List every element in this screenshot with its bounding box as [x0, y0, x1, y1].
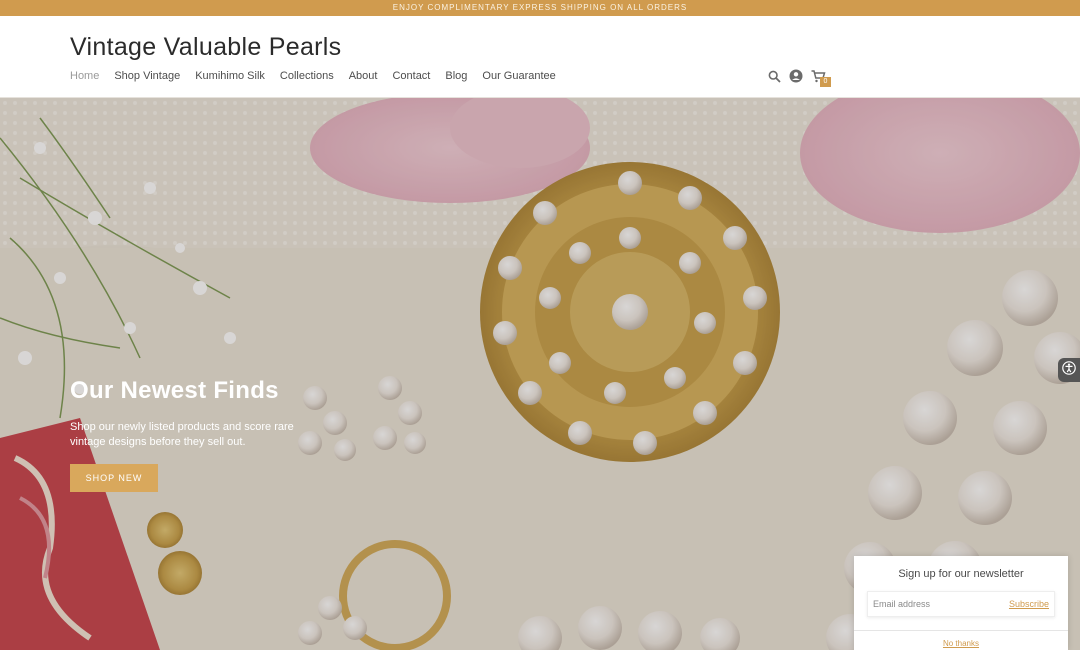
nav-blog[interactable]: Blog — [445, 70, 467, 82]
nav-our-guarantee[interactable]: Our Guarantee — [482, 70, 555, 82]
nav-contact[interactable]: Contact — [392, 70, 430, 82]
nav-home[interactable]: Home — [70, 70, 99, 82]
shop-new-button[interactable]: SHOP NEW — [70, 464, 158, 492]
nav-shop-vintage[interactable]: Shop Vintage — [114, 70, 180, 82]
cart-icon[interactable]: 0 — [810, 68, 831, 87]
no-thanks-link[interactable]: No thanks — [854, 639, 1068, 648]
nav-kumihimo-silk[interactable]: Kumihimo Silk — [195, 70, 265, 82]
site-logo[interactable]: Vintage Valuable Pearls — [70, 33, 341, 62]
newsletter-form: Subscribe — [867, 591, 1055, 617]
announcement-text: ENJOY COMPLIMENTARY EXPRESS SHIPPING ON … — [392, 3, 688, 12]
account-icon[interactable] — [788, 68, 804, 84]
hero-title: Our Newest Finds — [70, 377, 279, 404]
announcement-bar: ENJOY COMPLIMENTARY EXPRESS SHIPPING ON … — [0, 0, 1080, 16]
nav-about[interactable]: About — [349, 70, 378, 82]
subscribe-button[interactable]: Subscribe — [1009, 599, 1049, 609]
search-icon[interactable] — [766, 68, 782, 84]
cart-count-badge: 0 — [820, 77, 831, 87]
newsletter-divider — [854, 630, 1068, 631]
email-field[interactable] — [873, 592, 993, 616]
header-icons: 0 — [766, 68, 832, 87]
accessibility-icon — [1062, 360, 1076, 380]
site-header: Vintage Valuable Pearls Home Shop Vintag… — [0, 16, 1080, 98]
main-nav: Home Shop Vintage Kumihimo Silk Collecti… — [70, 70, 571, 82]
hero-subtitle: Shop our newly listed products and score… — [70, 421, 294, 448]
newsletter-popup: Sign up for our newsletter Subscribe No … — [854, 556, 1068, 650]
newsletter-title: Sign up for our newsletter — [898, 568, 1024, 580]
nav-collections[interactable]: Collections — [280, 70, 334, 82]
accessibility-button[interactable] — [1058, 358, 1080, 382]
